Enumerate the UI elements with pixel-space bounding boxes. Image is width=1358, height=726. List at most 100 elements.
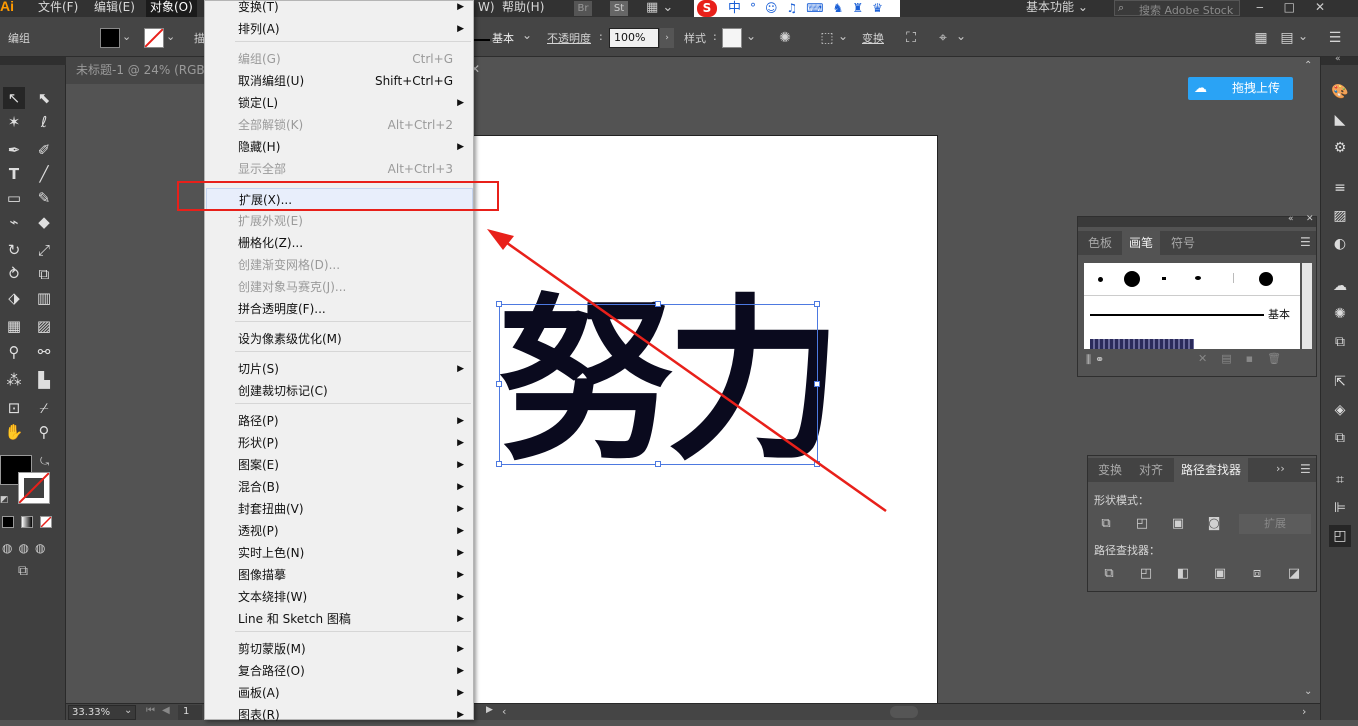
stroke-style-label[interactable]: 基本 <box>492 30 514 46</box>
divide-icon[interactable]: ⧉ <box>1100 565 1118 583</box>
chevron-down-icon[interactable]: ⌄ <box>124 705 132 716</box>
rotate-tool-icon[interactable]: ↻ <box>3 239 25 261</box>
graphic-style-swatch[interactable] <box>722 28 742 48</box>
graphic-styles-icon[interactable]: ⧉ <box>1329 331 1351 353</box>
status-menu-arrow[interactable]: ▶ <box>486 705 493 715</box>
prev-artboard-icon[interactable]: ◀ <box>162 705 170 716</box>
window-controls[interactable]: ‒□✕ <box>1256 0 1345 14</box>
first-artboard-icon[interactable]: ⏮ <box>146 705 155 716</box>
menu-item[interactable]: 栅格化(Z)... <box>206 232 473 254</box>
crop-icon[interactable]: ▣ <box>1211 565 1229 583</box>
selection-bounding-box[interactable] <box>499 304 818 465</box>
menu-edit[interactable]: 编辑(E) <box>90 0 139 17</box>
menu-item[interactable]: 全部解锁(K) Alt+Ctrl+2 <box>206 114 473 136</box>
menu-item[interactable]: 实时上色(N) ▶ <box>206 542 473 564</box>
rectangle-tool-icon[interactable]: ▭ <box>3 187 25 209</box>
swap-colors-icon[interactable]: ⤿ <box>40 455 49 469</box>
panel-menu-icon[interactable]: ☰ <box>1300 462 1311 476</box>
unite-icon[interactable]: ⧉ <box>1097 515 1115 533</box>
selection-handle[interactable] <box>814 461 820 467</box>
none-mode-icon[interactable] <box>40 516 52 528</box>
collapse-icon[interactable]: « <box>1288 214 1294 224</box>
color-mode-icon[interactable] <box>2 516 14 528</box>
art-brush-swatch[interactable] <box>1090 339 1194 349</box>
selection-handle[interactable] <box>814 381 820 387</box>
basic-brush-stroke[interactable] <box>1090 314 1264 316</box>
tab-align[interactable]: 对齐 <box>1132 458 1170 482</box>
arrange-grid-icon[interactable]: ▦ <box>1252 29 1270 47</box>
slice-tool-icon[interactable]: ⌿ <box>33 397 55 419</box>
color-guide-icon[interactable]: ◣ <box>1329 109 1351 131</box>
menu-item[interactable]: 创建渐变网格(D)... <box>206 254 473 276</box>
stroke-color-box[interactable] <box>18 472 50 504</box>
panel-menu-icon[interactable]: ☰ <box>1300 235 1311 249</box>
menu-item[interactable]: 扩展外观(E) <box>206 210 473 232</box>
menu-item[interactable]: Line 和 Sketch 图稿 ▶ <box>206 608 473 630</box>
shape-builder-icon[interactable]: ⬗ <box>3 287 25 309</box>
menu-item[interactable]: 封套扭曲(V) ▶ <box>206 498 473 520</box>
panel-menu-icon[interactable]: ☰ <box>1326 29 1344 47</box>
menu-item[interactable]: 文本绕排(W) ▶ <box>206 586 473 608</box>
merge-icon[interactable]: ◧ <box>1174 565 1192 583</box>
recolor-panel-icon[interactable]: ⚙ <box>1329 137 1351 159</box>
menu-item[interactable]: 透视(P) ▶ <box>206 520 473 542</box>
artboard-number-field[interactable]: 1 <box>178 705 202 720</box>
default-colors-icon[interactable]: ◩ <box>0 495 9 505</box>
curvature-tool-icon[interactable]: ✐ <box>33 139 55 161</box>
selection-handle[interactable] <box>655 301 661 307</box>
gradient-tool-icon[interactable]: ▨ <box>33 315 55 337</box>
perspective-grid-icon[interactable]: ▥ <box>33 287 55 309</box>
selection-handle[interactable] <box>814 301 820 307</box>
stroke-swatch[interactable] <box>144 28 164 48</box>
selection-handle[interactable] <box>496 301 502 307</box>
draw-mode-icons[interactable]: ◍◍◍ <box>2 541 51 555</box>
menu-item[interactable]: 路径(P) ▶ <box>206 410 473 432</box>
exclude-icon[interactable]: ◙ <box>1205 515 1223 533</box>
menu-item[interactable]: 剪切蒙版(M) ▶ <box>206 638 473 660</box>
free-transform-icon[interactable]: ⧉ <box>33 263 55 285</box>
menu-object[interactable]: 对象(O) <box>146 0 197 17</box>
document-icon[interactable]: ▤ <box>1278 29 1296 47</box>
brush-scrollbar[interactable] <box>1302 263 1312 349</box>
pen-tool-icon[interactable]: ✒ <box>3 139 25 161</box>
tab-symbols[interactable]: 符号 <box>1164 231 1202 255</box>
menu-item[interactable]: 设为像素级优化(M) <box>206 328 473 350</box>
color-panel-icon[interactable]: 🎨 <box>1329 81 1351 103</box>
line-tool-icon[interactable]: ╱ <box>33 163 55 185</box>
expand-dock-icon[interactable]: « <box>1335 54 1341 64</box>
tab-transform[interactable]: 变换 <box>1091 458 1129 482</box>
menu-item[interactable]: 图表(R) ▶ <box>206 704 473 726</box>
transform-link[interactable]: 变换 <box>862 30 884 46</box>
artboards-panel-icon[interactable]: ⧉ <box>1329 427 1351 449</box>
graph-tool-icon[interactable]: ▙ <box>33 369 55 391</box>
align-selection-icon[interactable]: ⬚ <box>818 29 836 47</box>
shaper-tool-icon[interactable]: ⌁ <box>3 211 25 233</box>
menu-item[interactable]: 图案(E) ▶ <box>206 454 473 476</box>
stock-search-box[interactable]: ⌕ 搜索 Adobe Stock <box>1114 0 1240 17</box>
brush-library-menu-icon[interactable]: ⫼⚭ <box>1086 353 1108 367</box>
stock-button[interactable]: St <box>610 1 628 16</box>
menu-item[interactable]: 创建裁切标记(C) <box>206 380 473 402</box>
menu-item[interactable]: 取消编组(U) Shift+Ctrl+G <box>206 70 473 92</box>
menu-window-partial[interactable]: W) <box>474 0 499 17</box>
chevron-down-icon[interactable]: ⌄ <box>1298 29 1308 43</box>
transform-panel-icon[interactable]: ⌗ <box>1329 469 1351 491</box>
menu-item[interactable]: 变换(T) ▶ <box>206 0 473 18</box>
magic-wand-icon[interactable]: ✶ <box>3 111 25 133</box>
paintbrush-icon[interactable]: ✎ <box>33 187 55 209</box>
arrange-docs-icon[interactable]: ▦ ⌄ <box>646 0 673 15</box>
minus-front-icon[interactable]: ◰ <box>1133 515 1151 533</box>
pathfinder-panel-icon[interactable]: ◰ <box>1329 525 1351 547</box>
menu-item[interactable]: 切片(S) ▶ <box>206 358 473 380</box>
lasso-icon[interactable]: ℓ <box>33 111 55 133</box>
menu-item[interactable]: 形状(P) ▶ <box>206 432 473 454</box>
brush-swatch[interactable] <box>1124 271 1140 287</box>
menu-item[interactable]: 复合路径(O) ▶ <box>206 660 473 682</box>
transparency-panel-icon[interactable]: ◐ <box>1329 233 1351 255</box>
menu-item[interactable]: 混合(B) ▶ <box>206 476 473 498</box>
chevron-down-icon[interactable]: ⌄ <box>122 30 131 43</box>
minus-back-icon[interactable]: ◪ <box>1285 565 1303 583</box>
mesh-tool-icon[interactable]: ▦ <box>3 315 25 337</box>
close-icon[interactable]: ✕ <box>1306 214 1314 224</box>
menu-help[interactable]: 帮助(H) <box>498 0 548 17</box>
